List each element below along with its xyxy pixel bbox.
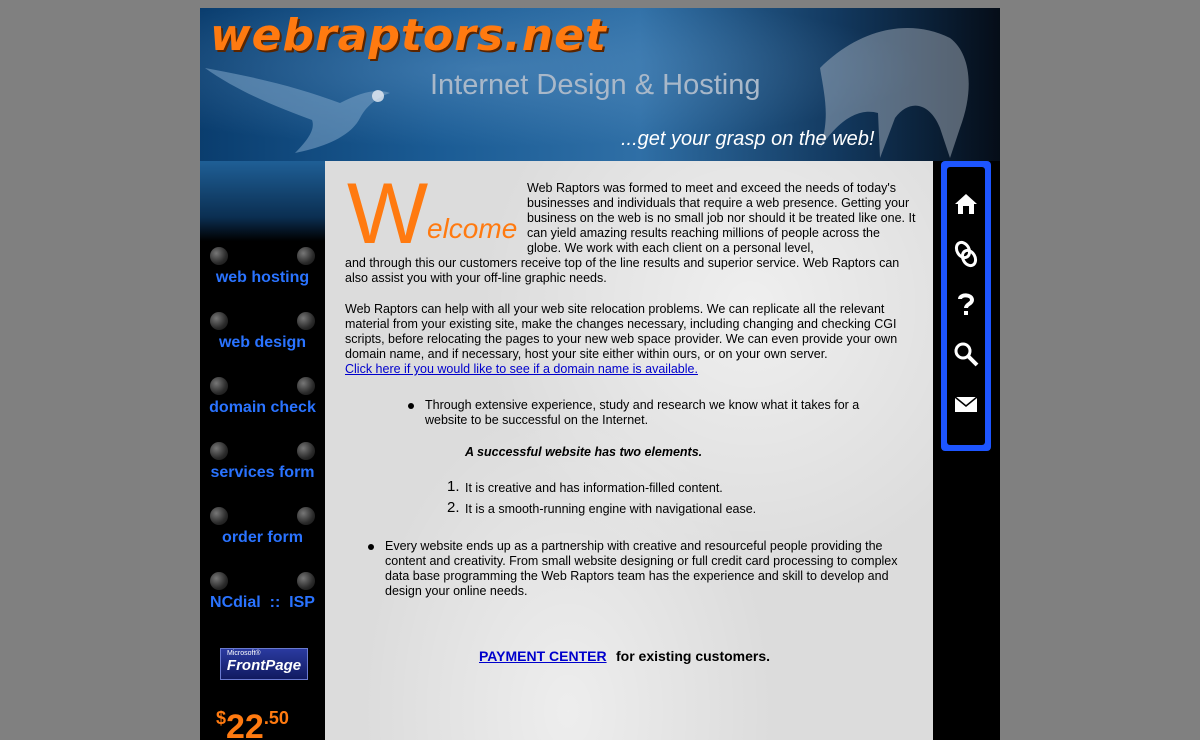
welcome-graphic: W elcome <box>347 166 523 262</box>
sidebar-item-ncdial-isp[interactable]: NCdial :: ISP <box>200 566 325 631</box>
bullet-dot-icon <box>297 572 315 590</box>
list-text: It is a smooth-running engine with navig… <box>465 502 757 516</box>
home-icon <box>955 194 977 214</box>
sidebar-item-label: web hosting <box>215 269 310 286</box>
home-button[interactable] <box>949 187 983 221</box>
sidebar-item-order-form[interactable]: order form <box>200 501 325 566</box>
search-button[interactable] <box>949 337 983 371</box>
help-button[interactable] <box>949 287 983 321</box>
list-text: It is creative and has information-fille… <box>465 481 723 495</box>
payment-center-link[interactable]: PAYMENT CENTER <box>479 648 607 664</box>
sidebar-item-label: web design <box>218 334 307 351</box>
bullet-icon <box>368 544 374 550</box>
payment-center-caption: for existing customers. <box>616 648 771 664</box>
bullet-dot-icon <box>297 377 315 395</box>
sidebar-item-services-form[interactable]: services form <box>200 436 325 501</box>
sidebar-item-web-design[interactable]: web design <box>200 306 325 371</box>
question-icon <box>958 293 975 315</box>
bullet-dot-icon <box>297 247 315 265</box>
sidebar-item-label: order form <box>222 529 303 546</box>
intro-paragraph: Web Raptors was formed to meet and excee… <box>527 181 916 255</box>
sidebar-item-label: services form <box>210 464 315 481</box>
price-dollar: $ <box>216 708 227 728</box>
list-number: 2. <box>447 499 460 516</box>
sidebar-item-label: domain check <box>209 399 316 416</box>
list-item: 2. It is a smooth-running engine with na… <box>447 500 757 517</box>
bullet-dot-icon <box>210 312 228 330</box>
email-button[interactable] <box>949 387 983 421</box>
list-number: 1. <box>447 478 460 495</box>
header-banner: webraptors.net Internet Design & Hosting… <box>200 8 1000 161</box>
main-content: W elcome Web Raptors was formed to meet … <box>325 161 933 740</box>
domain-check-link[interactable]: Click here if you would like to see if a… <box>345 362 698 376</box>
site-slogan: ...get your grasp on the web! <box>621 128 875 150</box>
bullet-dot-icon <box>210 507 228 525</box>
relocation-paragraph: Web Raptors can help with all your web s… <box>345 302 898 361</box>
links-button[interactable] <box>949 237 983 271</box>
price-badge[interactable]: $22.50 <box>216 708 289 740</box>
welcome-initial: W <box>347 166 429 262</box>
bullet-dot-icon <box>297 442 315 460</box>
price-main: 22 <box>226 708 264 740</box>
sidebar-item-domain-check[interactable]: domain check <box>200 371 325 436</box>
envelope-icon <box>954 396 978 412</box>
eagle-icon <box>205 68 390 153</box>
bullet-dot-icon <box>297 507 315 525</box>
site-logo[interactable]: webraptors.net <box>210 10 607 61</box>
icon-toolbar <box>941 161 991 451</box>
magnifier-icon <box>954 342 979 367</box>
intro-paragraph-continued: and through this our customers receive t… <box>345 256 900 285</box>
sidebar-item-label: NCdial :: ISP <box>210 594 315 611</box>
frontpage-badge-label: FrontPage <box>226 657 302 674</box>
bullet-partnership: Every website ends up as a partnership w… <box>385 539 898 598</box>
bullet-dot-icon <box>210 442 228 460</box>
site-tagline: Internet Design & Hosting <box>430 69 761 101</box>
sidebar-top-fade <box>200 161 325 241</box>
elements-heading: A successful website has two elements. <box>465 445 703 459</box>
bullet-dot-icon <box>210 572 228 590</box>
bullet-experience: Through extensive experience, study and … <box>425 398 860 427</box>
chain-link-icon <box>954 240 978 268</box>
bullet-dot-icon <box>210 377 228 395</box>
sidebar-nav: web hosting web design domain check serv… <box>200 241 325 631</box>
sidebar-item-web-hosting[interactable]: web hosting <box>200 241 325 306</box>
frontpage-badge[interactable]: Microsoft® FrontPage <box>220 648 308 680</box>
list-item: 1. It is creative and has information-fi… <box>447 479 723 496</box>
bullet-dot-icon <box>210 247 228 265</box>
page-frame: webraptors.net Internet Design & Hosting… <box>200 8 1000 740</box>
price-cents: .50 <box>263 708 289 728</box>
bullet-dot-icon <box>297 312 315 330</box>
welcome-rest: elcome <box>427 213 518 244</box>
bullet-icon <box>408 403 414 409</box>
